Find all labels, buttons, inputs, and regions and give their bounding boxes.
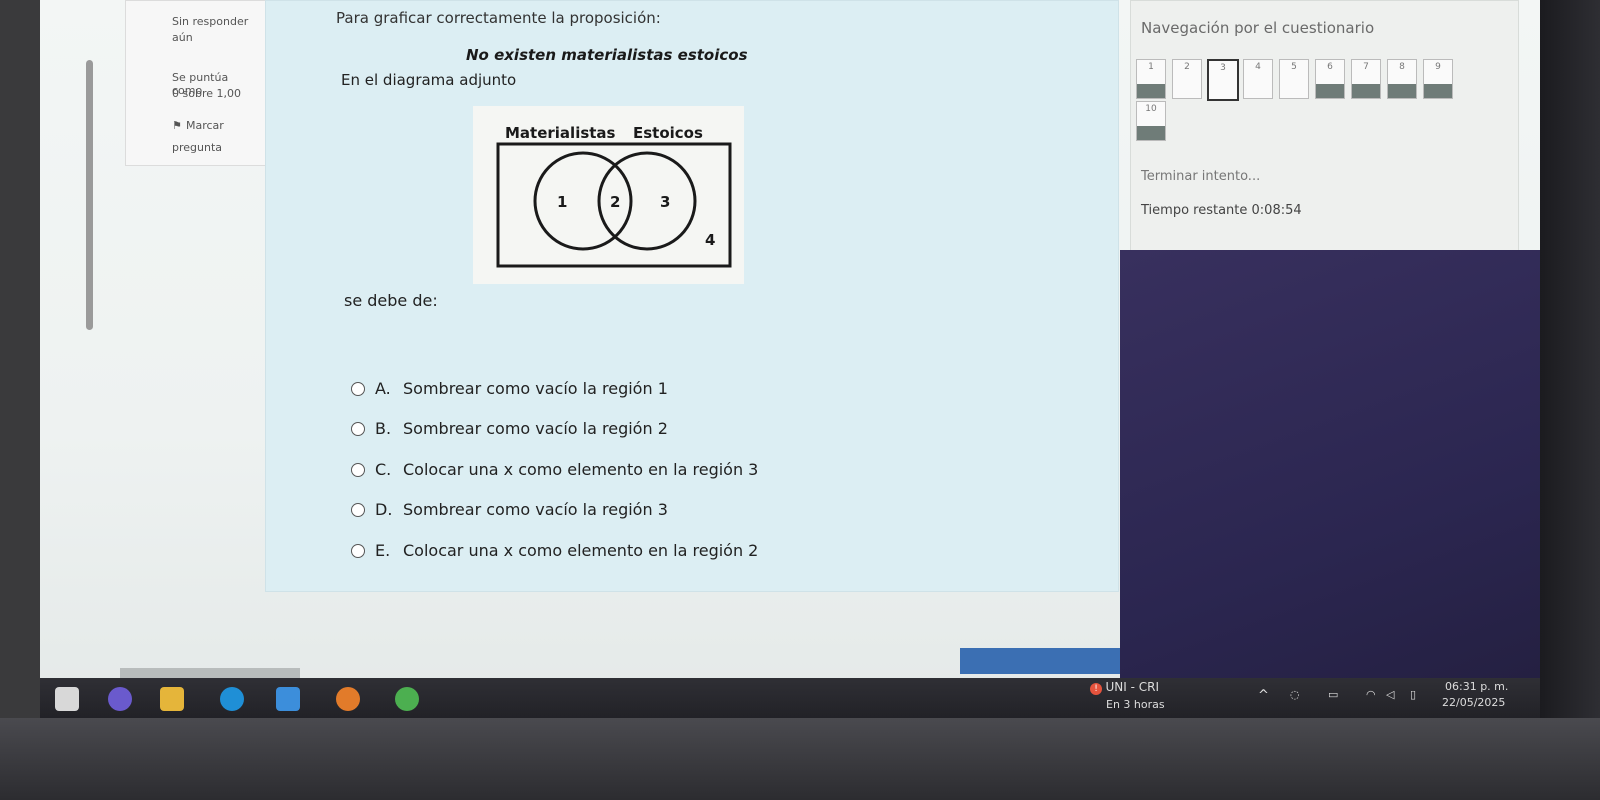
question-proposition: No existen materialistas estoicos — [466, 46, 748, 64]
weather-subtitle: En 3 horas — [1106, 698, 1165, 711]
radio-button[interactable] — [351, 502, 365, 517]
option-text: Sombrear como vacío la región 3 — [403, 500, 668, 519]
option-text: Sombrear como vacío la región 2 — [403, 419, 668, 438]
nav-number: 9 — [1435, 62, 1441, 72]
question-prompt: se debe de: — [344, 291, 438, 310]
copilot-icon[interactable] — [108, 687, 132, 711]
nav-question-8[interactable]: 8 — [1387, 59, 1417, 99]
copilot-tray-icon[interactable]: ◌ — [1290, 688, 1300, 701]
flag-question-link[interactable]: Marcar — [182, 119, 228, 132]
monitor-bezel-left — [0, 0, 40, 800]
nav-question-2[interactable]: 2 — [1172, 59, 1202, 99]
weather-title: UNI - CRI — [1105, 680, 1160, 694]
venn-label-estoicos: Estoicos — [633, 124, 703, 142]
nav-number: 6 — [1327, 62, 1333, 72]
nav-number: 5 — [1291, 62, 1297, 72]
store-icon[interactable] — [276, 687, 300, 711]
flag-icon[interactable]: ⚑ — [172, 119, 182, 132]
nav-question-1[interactable]: 1 — [1136, 59, 1166, 99]
nav-question-4[interactable]: 4 — [1243, 59, 1273, 99]
chevron-up-icon[interactable]: ^ — [1258, 688, 1269, 703]
score-value: 0 sobre 1,00 — [172, 87, 241, 100]
venn-region-1: 1 — [557, 193, 567, 211]
answer-option-d[interactable]: D. Sombrear como vacío la región 3 — [351, 500, 668, 519]
nav-question-7[interactable]: 7 — [1351, 59, 1381, 99]
venn-region-2: 2 — [610, 193, 620, 211]
background-wallpaper — [1120, 250, 1540, 718]
alert-icon: ! — [1090, 683, 1102, 695]
nav-number: 2 — [1184, 62, 1190, 72]
monitor-bezel-right — [1540, 0, 1600, 800]
volume-icon[interactable]: ◁ — [1386, 688, 1394, 701]
nav-number: 1 — [1148, 62, 1154, 72]
question-panel: Para graficar correctamente la proposici… — [265, 0, 1119, 592]
radio-button[interactable] — [351, 421, 365, 436]
nav-question-5[interactable]: 5 — [1279, 59, 1309, 99]
option-letter: C. — [375, 460, 392, 479]
option-text: Sombrear como vacío la región 1 — [403, 379, 668, 398]
venn-diagram-svg: Materialistas Estoicos 1 2 3 4 — [496, 124, 732, 268]
page-scrollbar[interactable] — [86, 60, 93, 330]
question-intro: Para graficar correctamente la proposici… — [336, 9, 661, 27]
nav-question-9[interactable]: 9 — [1423, 59, 1453, 99]
venn-region-4: 4 — [705, 231, 715, 249]
file-explorer-icon[interactable] — [160, 687, 184, 711]
time-remaining: Tiempo restante 0:08:54 — [1141, 203, 1302, 218]
option-text: Colocar una x como elemento en la región… — [403, 460, 759, 479]
nav-question-10[interactable]: 10 — [1136, 101, 1166, 141]
answer-option-c[interactable]: C. Colocar una x como elemento en la reg… — [351, 460, 758, 479]
nav-number: 4 — [1255, 62, 1261, 72]
widgets-icon[interactable] — [55, 687, 79, 711]
opera-icon[interactable] — [336, 687, 360, 711]
keyboard-icon[interactable]: ▭ — [1328, 688, 1338, 701]
venn-diagram: Materialistas Estoicos 1 2 3 4 — [473, 106, 744, 284]
battery-icon[interactable]: ▯ — [1410, 688, 1416, 701]
venn-label-materialistas: Materialistas — [505, 124, 616, 142]
option-text: Colocar una x como elemento en la región… — [403, 541, 759, 560]
next-page-button[interactable] — [960, 648, 1120, 674]
quiz-navigation-panel: Navegación por el cuestionario 1 2 3 4 5… — [1130, 0, 1519, 252]
wifi-icon[interactable]: ◠ — [1366, 688, 1376, 701]
radio-button[interactable] — [351, 381, 365, 396]
weather-widget[interactable]: ! UNI - CRI — [1090, 680, 1159, 695]
clock-date[interactable]: 22/05/2025 — [1442, 696, 1505, 709]
nav-number: 7 — [1363, 62, 1369, 72]
venn-region-3: 3 — [660, 193, 670, 211]
question-diagram-text: En el diagrama adjunto — [341, 71, 517, 89]
status-line-2: aún — [172, 31, 193, 44]
flag-question-link-2[interactable]: pregunta — [126, 141, 268, 154]
chrome-icon[interactable] — [395, 687, 419, 711]
nav-number: 3 — [1220, 63, 1226, 73]
answer-option-b[interactable]: B. Sombrear como vacío la región 2 — [351, 419, 668, 438]
answer-option-a[interactable]: A. Sombrear como vacío la región 1 — [351, 379, 668, 398]
quiz-navigation-title: Navegación por el cuestionario — [1141, 19, 1375, 37]
time-remaining-value: 0:08:54 — [1251, 203, 1302, 218]
option-letter: B. — [375, 419, 392, 438]
time-remaining-label: Tiempo restante — [1141, 203, 1248, 218]
option-letter: A. — [375, 379, 391, 398]
radio-button[interactable] — [351, 462, 365, 477]
nav-question-3[interactable]: 3 — [1207, 59, 1239, 101]
edge-browser-icon[interactable] — [220, 687, 244, 711]
finish-attempt-link[interactable]: Terminar intento... — [1141, 169, 1260, 184]
radio-button[interactable] — [351, 543, 365, 558]
nav-number: 8 — [1399, 62, 1405, 72]
nav-question-6[interactable]: 6 — [1315, 59, 1345, 99]
option-letter: E. — [375, 541, 391, 560]
answer-option-e[interactable]: E. Colocar una x como elemento en la reg… — [351, 541, 758, 560]
monitor-bezel-bottom — [0, 718, 1600, 800]
clock-time[interactable]: 06:31 p. m. — [1445, 680, 1508, 693]
screen: Sin responder aún Se puntúa como 0 sobre… — [40, 0, 1540, 718]
windows-taskbar: ! UNI - CRI En 3 horas ^ ◌ ▭ ◠ ◁ ▯ 06:31… — [40, 678, 1540, 718]
option-letter: D. — [375, 500, 393, 519]
nav-number: 10 — [1145, 104, 1157, 114]
